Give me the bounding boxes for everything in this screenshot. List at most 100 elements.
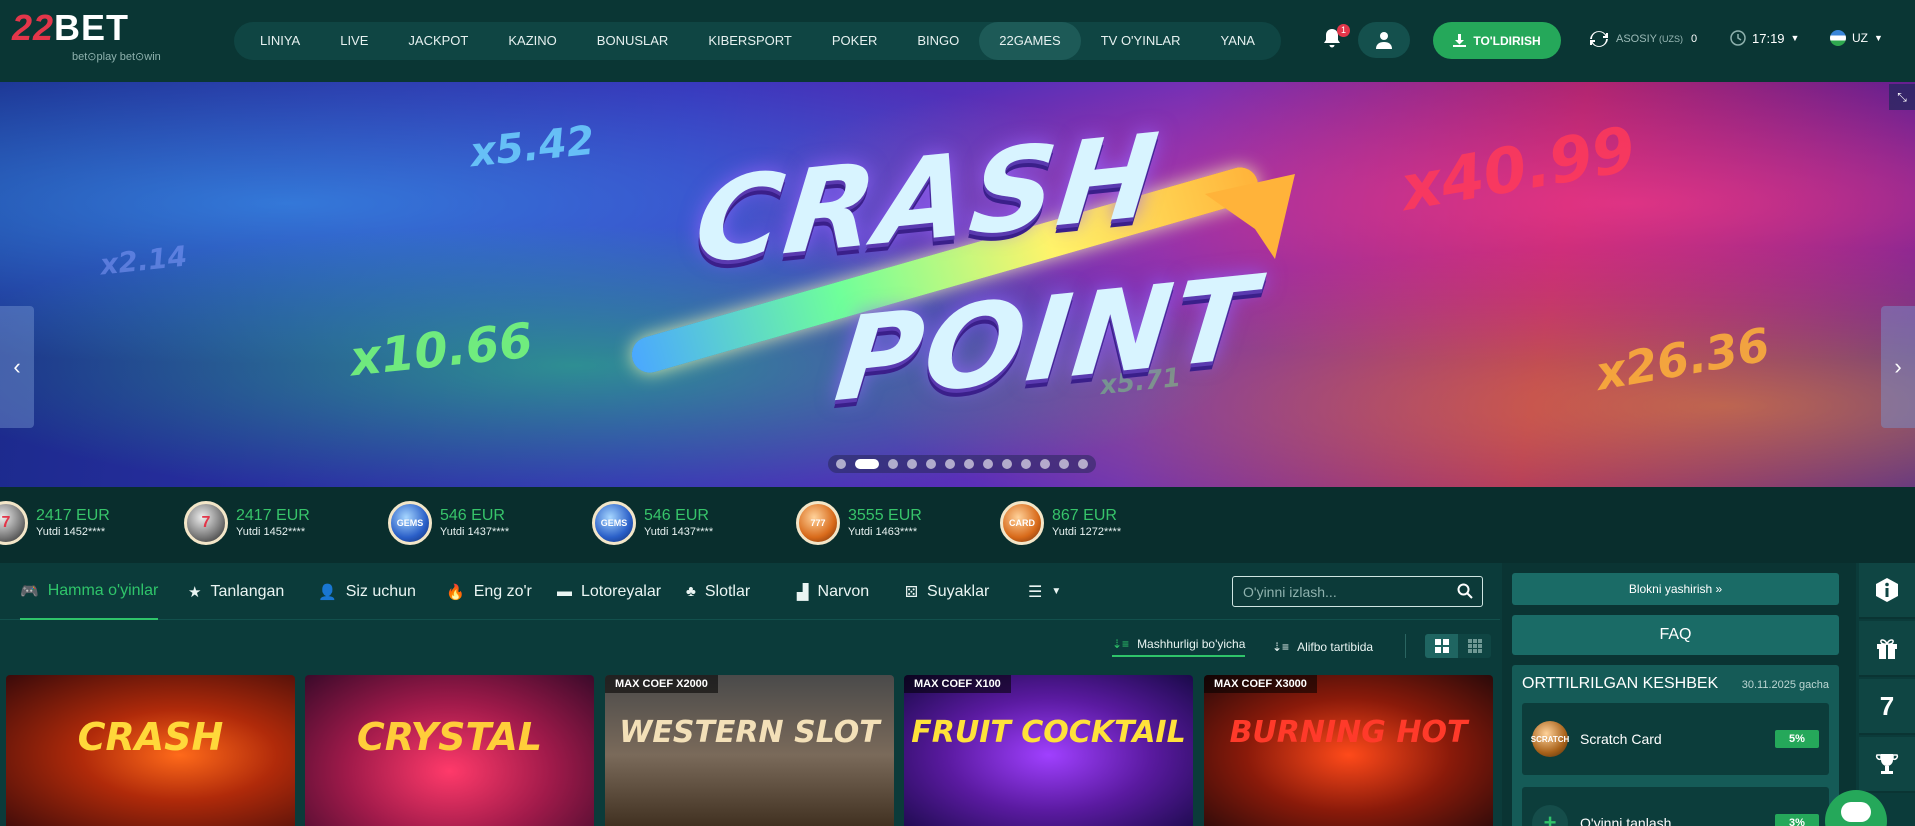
cashback-item[interactable]: SCRATCH Scratch Card 5% <box>1522 703 1829 775</box>
slider-dot[interactable] <box>964 459 974 469</box>
cashback-item-pct: 5% <box>1775 730 1819 748</box>
category-tab-narvon[interactable]: ▟ Narvon <box>797 563 869 620</box>
category-label: Eng zo'r <box>473 582 532 600</box>
user-button[interactable] <box>1358 22 1410 58</box>
nav-item-kibersport[interactable]: KIBERSPORT <box>688 22 812 60</box>
game-card[interactable]: MAX COEF X2000 WESTERN SLOT <box>605 675 894 826</box>
slider-dot[interactable] <box>1059 459 1069 469</box>
dice-icon: ⚄ <box>905 583 919 601</box>
slider-dot[interactable] <box>855 459 879 469</box>
scratch-card-icon: SCRATCH <box>1531 721 1569 757</box>
clock[interactable]: 17:19 ▼ <box>1730 30 1799 46</box>
user-icon <box>1376 32 1392 49</box>
more-categories-button[interactable]: ☰ ▼ <box>1028 563 1061 620</box>
hide-block-button[interactable]: Blokni yashirish » <box>1512 573 1839 605</box>
slider-dot[interactable] <box>1078 459 1088 469</box>
slider-dot[interactable] <box>983 459 993 469</box>
user-star-icon: 👤 <box>318 583 337 601</box>
slider-next-button[interactable]: › <box>1881 306 1915 428</box>
grid-large-button[interactable] <box>1425 634 1458 658</box>
promo-banner[interactable]: x5.42 x2.14 x10.66 x40.99 x26.36 x5.71 C… <box>0 82 1915 487</box>
slider-dot[interactable] <box>926 459 936 469</box>
nav-item-22games[interactable]: 22GAMES <box>979 22 1081 60</box>
sort-popular[interactable]: ⇣≡ Mashhurligi bo'yicha <box>1112 632 1246 662</box>
nav-item-yana[interactable]: YANA <box>1201 22 1275 60</box>
nav-item-liniya[interactable]: LINIYA <box>240 22 320 60</box>
slider-dot[interactable] <box>907 459 917 469</box>
nav-item-kazino[interactable]: KAZINO <box>488 22 576 60</box>
logo[interactable]: 22 BET bet⊙play bet⊙win <box>12 10 187 70</box>
header: 22 BET bet⊙play bet⊙win LINIYA LIVE JACKPO… <box>0 0 1915 82</box>
winner-item[interactable]: 7 2417 EUR Yutdi 1452**** <box>184 501 310 545</box>
gift-button[interactable] <box>1859 621 1915 677</box>
balance-value: 0 <box>1690 33 1698 45</box>
search-icon[interactable] <box>1457 583 1473 599</box>
gamepad-icon: 🎮 <box>20 582 39 600</box>
nav-item-bonuslar[interactable]: BONUSLAR <box>577 22 689 60</box>
slider-dot[interactable] <box>1002 459 1012 469</box>
cashback-title: ORTTILRILGAN KESHBEK <box>1522 675 1719 692</box>
game-badge: MAX COEF X2000 <box>605 675 718 693</box>
collapse-banner-button[interactable]: ⤡ <box>1889 84 1915 110</box>
category-label: Tanlangan <box>210 582 285 600</box>
slider-dot[interactable] <box>836 459 846 469</box>
category-tab-hamma-o-yinlar[interactable]: 🎮 Hamma o'yinlar <box>20 563 159 620</box>
game-card[interactable]: CRYSTAL <box>305 675 594 826</box>
winner-item[interactable]: 777 3555 EUR Yutdi 1463**** <box>796 501 922 545</box>
winner-item[interactable]: CARD 867 EUR Yutdi 1272**** <box>1000 501 1121 545</box>
nav-item-jackpot[interactable]: JACKPOT <box>388 22 488 60</box>
faq-button[interactable]: FAQ <box>1512 615 1839 655</box>
ladder-icon: ▟ <box>797 583 809 601</box>
banner-title-line2: POINT <box>829 250 1264 429</box>
winner-item[interactable]: GEMS 546 EUR Yutdi 1437**** <box>592 501 713 545</box>
info-button[interactable] <box>1859 563 1915 619</box>
gift-icon <box>1877 639 1897 659</box>
slider-dots <box>828 455 1096 473</box>
winner-item[interactable]: 7 2417 EUR Yutdi 1452**** <box>0 501 110 545</box>
winner-item[interactable]: GEMS 546 EUR Yutdi 1437**** <box>388 501 509 545</box>
poker-chip-button[interactable] <box>1859 737 1915 793</box>
category-tab-lotoreyalar[interactable]: ▬ Lotoreyalar <box>557 563 661 620</box>
slider-dot[interactable] <box>1021 459 1031 469</box>
game-card[interactable]: MAX COEF X3000 BURNING HOT <box>1204 675 1493 826</box>
plus-icon: + <box>1532 805 1568 826</box>
refresh-icon[interactable] <box>1590 30 1608 48</box>
quick-rail: 7 <box>1859 563 1915 826</box>
slider-dot[interactable] <box>888 459 898 469</box>
category-tab-eng-zo-r[interactable]: 🔥 Eng zo'r <box>446 563 532 620</box>
grid-small-button[interactable] <box>1458 634 1491 658</box>
download-icon <box>1453 34 1467 47</box>
category-tab-tanlangan[interactable]: ★ Tanlangan <box>188 563 284 620</box>
topup-button[interactable]: TO'LDIRISH <box>1433 22 1561 59</box>
category-tab-slotlar[interactable]: ♣ Slotlar <box>686 563 750 620</box>
nav-item-bingo[interactable]: BINGO <box>897 22 979 60</box>
slider-prev-button[interactable]: ‹ <box>0 306 34 428</box>
category-tab-siz-uchun[interactable]: 👤 Siz uchun <box>318 563 416 620</box>
balance[interactable]: ASOSIY (UZS) 0 <box>1590 30 1697 48</box>
slider-dot[interactable] <box>945 459 955 469</box>
sort-popular-label: Mashhurligi bo'yicha <box>1137 637 1246 651</box>
chevron-right-icon: › <box>1894 354 1902 379</box>
lucky-seven-button[interactable]: 7 <box>1859 679 1915 735</box>
multiplier-text: x5.42 <box>467 117 597 177</box>
category-tab-suyaklar[interactable]: ⚄ Suyaklar <box>905 563 989 620</box>
cherry-icon: ♣ <box>686 583 696 600</box>
bell-icon[interactable]: 1 <box>1322 24 1350 52</box>
cashback-item[interactable]: + O'yinni tanlash 3% <box>1522 787 1829 826</box>
nav-item-poker[interactable]: POKER <box>812 22 898 60</box>
view-toggle <box>1425 634 1491 658</box>
sort-alpha[interactable]: ⇣≡ Alifbo tartibida <box>1272 632 1373 662</box>
game-badge: MAX COEF X3000 <box>1204 675 1317 693</box>
search-input[interactable] <box>1243 583 1443 600</box>
ticket-icon: ▬ <box>557 583 572 600</box>
game-card[interactable]: MAX COEF X100 FRUIT COCKTAIL <box>904 675 1193 826</box>
language-selector[interactable]: UZ ▼ <box>1830 30 1883 46</box>
slider-dot[interactable] <box>1040 459 1050 469</box>
logo-text: BET <box>54 7 130 48</box>
collapse-icon: ⤡ <box>1897 89 1907 104</box>
menu-icon: ☰ <box>1028 583 1043 601</box>
sort-icon: ⇣≡ <box>1272 640 1290 654</box>
nav-item-live[interactable]: LIVE <box>320 22 388 60</box>
game-card[interactable]: CRASH <box>6 675 295 826</box>
nav-item-tv-o-yinlar[interactable]: TV O'YINLAR <box>1081 22 1201 60</box>
